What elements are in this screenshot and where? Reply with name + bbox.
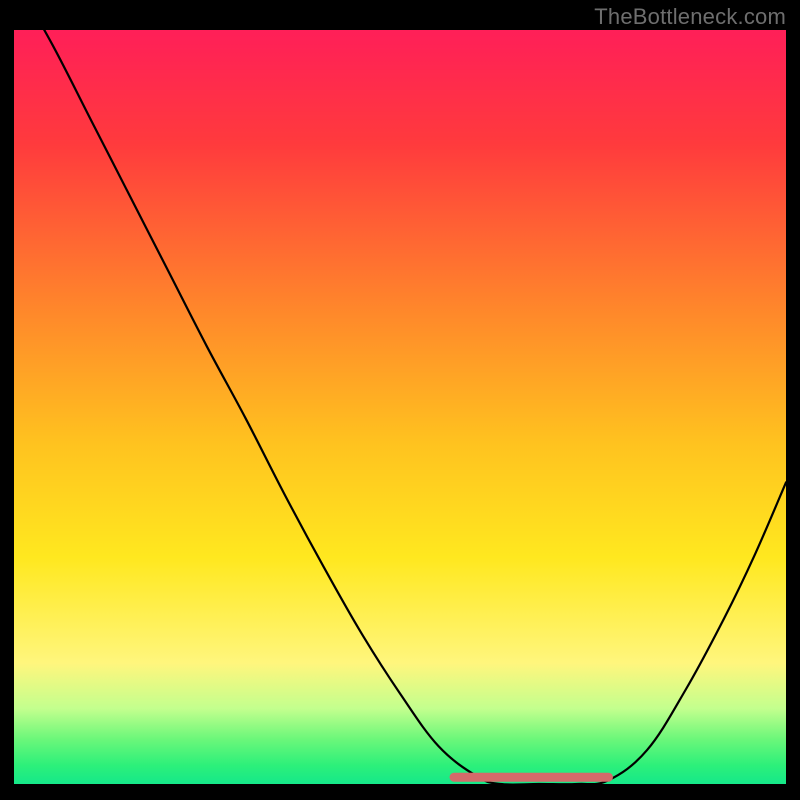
bottleneck-curve xyxy=(14,30,786,784)
plot-area xyxy=(14,30,786,784)
curve-layer xyxy=(14,30,786,784)
chart-stage: TheBottleneck.com xyxy=(0,0,800,800)
watermark-text: TheBottleneck.com xyxy=(594,4,786,30)
